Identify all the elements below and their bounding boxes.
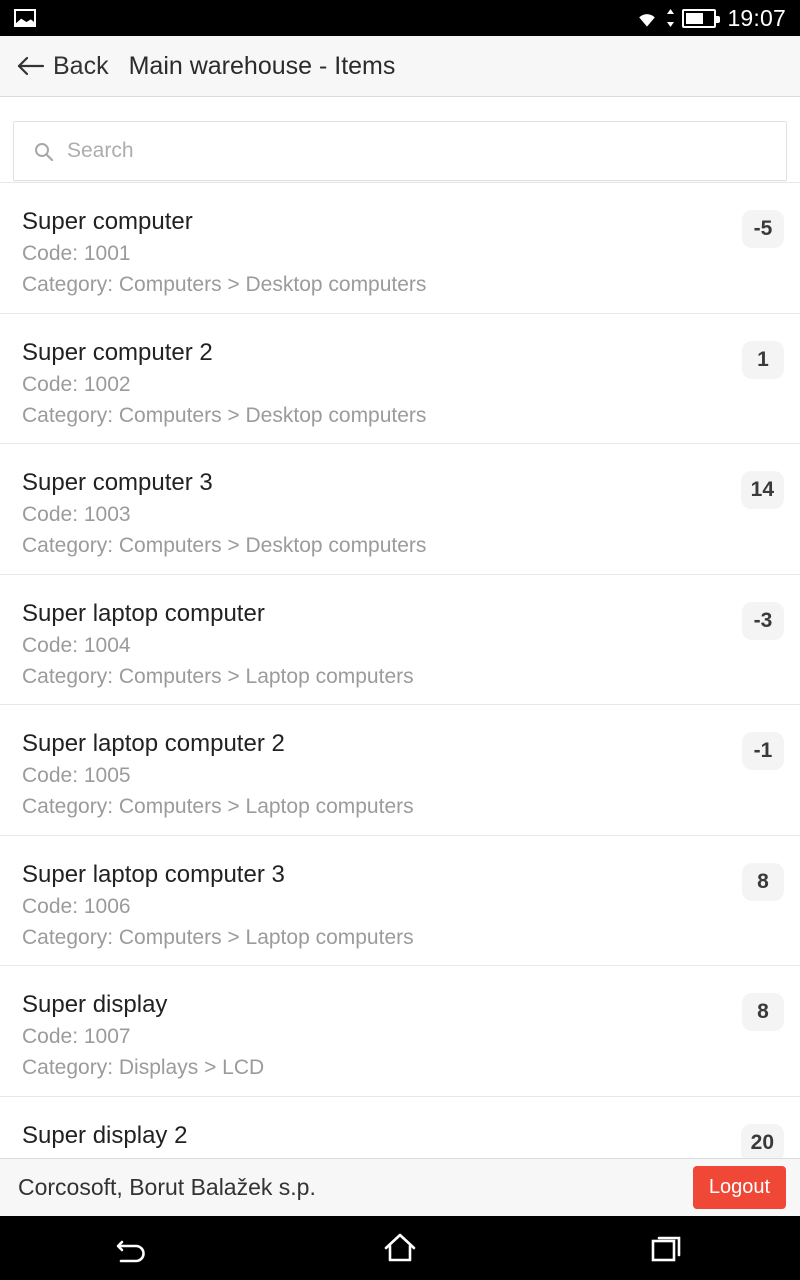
android-home-button[interactable] <box>355 1216 445 1280</box>
company-name: Corcosoft, Borut Balažek s.p. <box>18 1174 316 1200</box>
search-input[interactable] <box>67 139 766 163</box>
items-list[interactable]: Super computer Code: 1001 Category: Comp… <box>0 182 800 1280</box>
item-details: Super laptop computer 3 Code: 1006 Categ… <box>22 859 414 953</box>
item-title: Super computer <box>22 208 193 235</box>
item-code: Code: 1004 <box>22 633 131 657</box>
item-code: Code: 1003 <box>22 503 131 526</box>
item-details: Super computer Code: 1001 Category: Comp… <box>22 206 426 300</box>
item-details: Super laptop computer 2 Code: 1005 Categ… <box>22 728 414 822</box>
item-title: Super display <box>22 991 168 1018</box>
back-button-label: Back <box>53 51 109 80</box>
logout-button[interactable]: Logout <box>692 1166 786 1209</box>
android-home-icon <box>383 1232 417 1264</box>
status-bar-right-icons: 19:07 <box>635 5 786 32</box>
table-row[interactable]: Super laptop computer 3 Code: 1006 Categ… <box>0 835 800 966</box>
quantity-badge: 20 <box>740 1123 784 1162</box>
search-section <box>0 97 800 182</box>
battery-icon <box>682 8 721 28</box>
phone-screen: 19:07 Back Main warehouse - Items Search… <box>0 0 800 1280</box>
app-bar: Back Main warehouse - Items <box>0 36 800 97</box>
table-row[interactable]: Super laptop computer Code: 1004 Categor… <box>0 574 800 705</box>
android-back-icon <box>114 1232 152 1264</box>
item-code: Code: 1007 <box>22 1025 131 1048</box>
android-recents-button[interactable] <box>622 1216 712 1280</box>
android-nav-bar <box>0 1216 800 1280</box>
item-category: Category: Displays > LCD <box>22 1056 265 1079</box>
item-category: Category: Computers > Laptop computers <box>22 664 414 688</box>
item-details: Super display 2 <box>22 1120 187 1154</box>
quantity-badge: 8 <box>742 993 784 1031</box>
table-row[interactable]: Super computer Code: 1001 Category: Comp… <box>0 183 800 314</box>
status-bar-clock: 19:07 <box>727 4 786 31</box>
quantity-badge: -3 <box>742 601 784 640</box>
item-category: Category: Computers > Laptop computers <box>22 925 414 949</box>
quantity-badge: 14 <box>740 471 784 509</box>
back-arrow-icon <box>16 55 44 77</box>
wifi-icon <box>635 9 659 28</box>
item-title: Super computer 2 <box>22 338 213 366</box>
item-details: Super laptop computer Code: 1004 Categor… <box>22 598 414 692</box>
table-row[interactable]: Super computer 2 Code: 1002 Category: Co… <box>0 313 800 444</box>
back-button[interactable]: Back <box>16 52 109 81</box>
item-title: Super laptop computer 3 <box>22 860 285 888</box>
status-bar-left-icons <box>14 9 36 27</box>
quantity-badge: -5 <box>742 210 784 248</box>
android-status-bar: 19:07 <box>0 0 800 36</box>
data-transfer-arrows-icon <box>666 8 675 28</box>
item-title: Super display 2 <box>22 1121 188 1149</box>
item-title: Super laptop computer 2 <box>22 730 285 757</box>
android-back-button[interactable] <box>88 1216 178 1280</box>
item-category: Category: Computers > Laptop computers <box>22 795 414 818</box>
android-recents-icon <box>650 1232 684 1264</box>
quantity-badge: 8 <box>742 862 784 901</box>
item-category: Category: Computers > Desktop computers <box>22 534 427 557</box>
item-code: Code: 1002 <box>22 372 131 396</box>
item-details: Super display Code: 1007 Category: Displ… <box>22 989 264 1083</box>
item-title: Super computer 3 <box>22 469 213 496</box>
table-row[interactable]: Super laptop computer 2 Code: 1005 Categ… <box>0 705 800 836</box>
search-icon <box>34 142 53 161</box>
item-category: Category: Computers > Desktop computers <box>22 403 427 427</box>
page-title: Main warehouse - Items <box>128 51 396 80</box>
item-category: Category: Computers > Desktop computers <box>22 273 427 296</box>
item-code: Code: 1006 <box>22 894 131 918</box>
battery-fill <box>686 12 703 24</box>
item-code: Code: 1001 <box>22 242 131 265</box>
quantity-badge: -1 <box>742 732 784 770</box>
table-row[interactable]: Super computer 3 Code: 1003 Category: Co… <box>0 444 800 575</box>
quantity-badge: 1 <box>742 340 784 379</box>
footer-bar: Corcosoft, Borut Balažek s.p. Logout <box>0 1158 800 1216</box>
item-details: Super computer 2 Code: 1002 Category: Co… <box>22 337 426 431</box>
item-details: Super computer 3 Code: 1003 Category: Co… <box>22 467 426 561</box>
search-box[interactable] <box>13 121 787 181</box>
item-code: Code: 1005 <box>22 764 131 787</box>
photo-icon <box>14 9 36 27</box>
item-title: Super laptop computer <box>22 599 265 627</box>
table-row[interactable]: Super display Code: 1007 Category: Displ… <box>0 966 800 1097</box>
